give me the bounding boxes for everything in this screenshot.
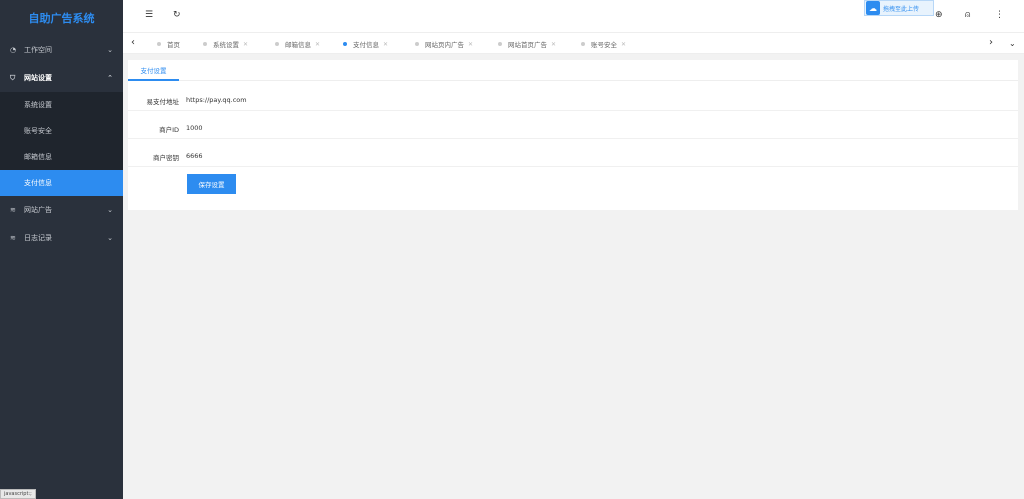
globe-icon[interactable]: ⊕: [935, 10, 943, 20]
menu-site-ads[interactable]: ≋ 网站广告 ⌄: [0, 196, 123, 224]
close-icon[interactable]: ✕: [621, 41, 626, 48]
dashboard-icon: ◔: [10, 46, 17, 54]
page-tabs: ‹ 首页 系统设置 ✕ 邮箱信息 ✕ 支付信息 ✕ 网站页内广告 ✕ 网站首页广…: [123, 32, 1024, 54]
refresh-icon[interactable]: ↻: [173, 10, 181, 20]
layers-icon: ≋: [10, 234, 16, 242]
cloud-upload-icon: ☁: [866, 1, 880, 15]
upload-badge-label: 拖拽至此上传: [883, 5, 920, 13]
close-icon[interactable]: ✕: [383, 41, 388, 48]
form-row-merchant-id: 商户ID 1000: [128, 117, 1018, 139]
menu-site-ads-label: 网站广告: [24, 206, 52, 214]
tab-dot: [203, 42, 207, 46]
close-icon[interactable]: ✕: [551, 41, 556, 48]
submenu-site-settings: 系统设置 账号安全 邮箱信息 支付信息: [0, 92, 123, 196]
chevron-down-icon: ⌄: [107, 206, 113, 214]
status-bar-tooltip: javascript:;: [0, 489, 36, 499]
tab-dot: [415, 42, 419, 46]
tab-label: 账号安全: [591, 41, 617, 49]
merchant-key-label: 商户密钥: [153, 154, 179, 162]
menu-site-settings[interactable]: ⛉ 网站设置 ⌃: [0, 64, 123, 92]
sidebar-item-email-info[interactable]: 邮箱信息: [0, 144, 123, 170]
chevron-down-icon: ⌄: [107, 46, 113, 54]
tab-dot: [275, 42, 279, 46]
tab-label: 首页: [167, 41, 180, 49]
chevron-left-icon[interactable]: ‹: [131, 37, 135, 48]
close-icon[interactable]: ✕: [243, 41, 248, 48]
shield-icon: ⛉: [10, 73, 16, 82]
tab-payment-info[interactable]: 支付信息 ✕: [343, 39, 388, 49]
chevron-down-icon[interactable]: ⌄: [1009, 39, 1016, 48]
chevron-up-icon: ⌃: [107, 74, 113, 82]
menu-workspace-label: 工作空间: [24, 46, 52, 54]
form-row-merchant-key: 商户密钥 6666: [128, 145, 1018, 167]
tab-dot: [157, 42, 161, 46]
tab-site-inner-ads[interactable]: 网站页内广告 ✕: [415, 39, 473, 49]
user-icon[interactable]: ⍝: [965, 10, 970, 20]
tab-label: 系统设置: [213, 41, 239, 49]
pay-url-label: 易支付地址: [146, 98, 180, 106]
tab-account-security[interactable]: 账号安全 ✕: [581, 39, 626, 49]
payment-settings-card: 支付设置 易支付地址 https://pay.qq.com 商户ID 1000 …: [128, 60, 1018, 210]
tab-site-home-ads[interactable]: 网站首页广告 ✕: [498, 39, 556, 49]
sidebar-item-account-security[interactable]: 账号安全: [0, 118, 123, 144]
sidebar: 自助广告系统 ◔ 工作空间 ⌄ ⛉ 网站设置 ⌃ 系统设置 账号安全 邮箱信息 …: [0, 0, 123, 499]
tab-dot: [498, 42, 502, 46]
chevron-right-icon[interactable]: ›: [989, 37, 993, 48]
close-icon[interactable]: ✕: [468, 41, 473, 48]
merchant-id-input[interactable]: 1000: [186, 124, 203, 132]
pay-url-input[interactable]: https://pay.qq.com: [186, 96, 247, 104]
save-settings-button[interactable]: 保存设置: [187, 174, 236, 194]
menu-site-settings-label: 网站设置: [24, 74, 52, 82]
tab-dot: [343, 42, 347, 46]
menu-workspace[interactable]: ◔ 工作空间 ⌄: [0, 36, 123, 64]
close-icon[interactable]: ✕: [315, 41, 320, 48]
tab-system-settings[interactable]: 系统设置 ✕: [203, 39, 248, 49]
sidebar-item-system-settings[interactable]: 系统设置: [0, 92, 123, 118]
tab-label: 邮箱信息: [285, 41, 311, 49]
layers-icon: ≋: [10, 206, 16, 214]
tab-label: 支付信息: [353, 41, 379, 49]
app-logo: 自助广告系统: [28, 12, 95, 25]
tab-email-info[interactable]: 邮箱信息 ✕: [275, 39, 320, 49]
tab-home[interactable]: 首页: [157, 39, 180, 49]
upload-badge[interactable]: ☁ 拖拽至此上传: [864, 0, 934, 16]
more-icon[interactable]: ⋮: [995, 10, 1004, 20]
tab-label: 网站页内广告: [425, 41, 464, 49]
chevron-down-icon: ⌄: [107, 234, 113, 242]
menu-logs[interactable]: ≋ 日志记录 ⌄: [0, 224, 123, 252]
sidebar-item-payment-info[interactable]: 支付信息: [0, 170, 123, 196]
tab-payment-settings[interactable]: 支付设置: [128, 60, 179, 81]
card-tabbar: 支付设置: [128, 60, 1018, 81]
tab-label: 网站首页广告: [508, 41, 547, 49]
form-row-pay-url: 易支付地址 https://pay.qq.com: [128, 89, 1018, 111]
merchant-key-input[interactable]: 6666: [186, 152, 203, 160]
menu-logs-label: 日志记录: [24, 234, 52, 242]
merchant-id-label: 商户ID: [159, 126, 179, 134]
tab-dot: [581, 42, 585, 46]
menu-toggle-icon[interactable]: ☰: [145, 10, 153, 20]
